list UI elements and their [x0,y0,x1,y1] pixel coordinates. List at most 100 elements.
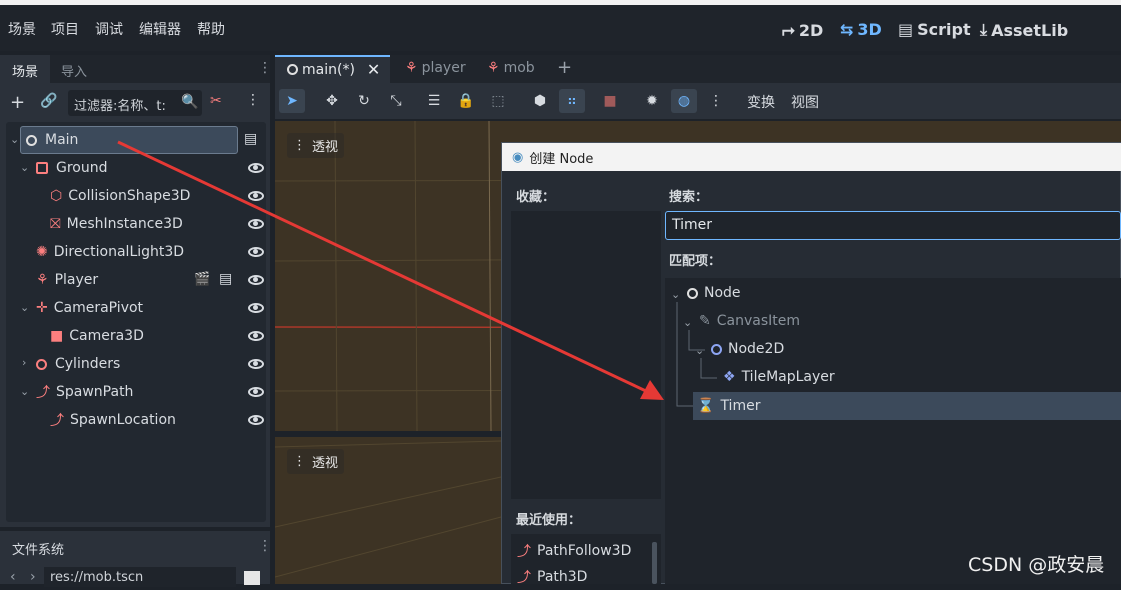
mode-2d-label: 2D [798,20,824,40]
visibility-eye-icon[interactable] [248,247,264,257]
dock-menu-icon[interactable]: ⋮ [258,60,272,76]
transform-menu[interactable]: 变换 [747,92,775,112]
move-tool-icon[interactable]: ✥ [319,89,345,113]
snap-object-icon[interactable]: ⬢ [527,89,553,113]
recent-item[interactable]: ⤴ PathFollow3D [517,538,631,564]
back-icon[interactable]: ‹ [10,569,16,585]
node3d-icon: ✛ [36,300,48,316]
visibility-eye-icon[interactable] [248,359,264,369]
sun-icon[interactable]: ✹ [639,89,665,113]
rotate-tool-icon[interactable]: ↻ [351,89,377,113]
node-circle-icon [287,64,298,75]
chevron-down-icon[interactable]: ⌄ [20,161,29,174]
add-node-icon[interactable]: + [10,92,25,113]
tab-mob[interactable]: ⚘ mob [487,60,535,76]
chevron-right-icon[interactable]: › [22,356,26,369]
fs-menu-icon[interactable]: ⋮ [258,538,272,554]
search-icon: 🔍 [181,94,199,110]
recent-item-label: Path3D [537,569,588,585]
menu-project[interactable]: 项目 [51,19,79,39]
tree-item-cylinders[interactable]: Cylinders [36,350,120,378]
list-select-icon[interactable]: ☰ [421,89,447,113]
tab-main-label: main(*) [302,61,355,78]
perspective-button-top[interactable]: ⋮ 透视 [287,133,345,158]
search-input[interactable]: Timer [665,211,1121,240]
scene-menu-icon[interactable]: ⋮ [246,92,260,108]
chevron-down-icon[interactable]: ⌄ [10,133,19,146]
tree-item-player[interactable]: ⚘ Player [36,266,98,294]
tree-item-spawnlocation[interactable]: ⤴ SpawnLocation [50,406,176,434]
forward-icon[interactable]: › [30,569,36,585]
remove-script-icon[interactable]: ✂ [210,93,222,109]
character-icon: ⚘ [487,60,500,76]
mode-script-button[interactable]: ▤ Script [898,20,971,39]
scene-dock-tabs: 场景 导入 ⋮ [0,55,272,83]
close-icon[interactable]: ✕ [367,60,380,79]
character-icon: ⚘ [36,272,49,288]
script-icon[interactable]: ▤ [244,131,257,147]
link-icon[interactable]: 🔗 [40,93,57,109]
visibility-eye-icon[interactable] [248,191,264,201]
group-icon[interactable]: ⬚ [485,89,511,113]
tree-item-directionallight3d[interactable]: ✺ DirectionalLight3D [36,238,184,266]
mode-3d-button[interactable]: ⇆ 3D [840,20,882,39]
tab-import[interactable]: 导入 [61,61,87,80]
tab-main[interactable]: main(*) ✕ [287,60,380,79]
camera-preview-icon[interactable]: ■ [597,89,623,113]
visibility-eye-icon[interactable] [248,303,264,313]
recent-item[interactable]: ⤴ Path3D [517,564,587,590]
mode-2d-button[interactable]: ⮣ 2D [782,20,823,40]
tree-item-label: Ground [56,160,108,176]
viewport-options-icon: ⋮ [293,454,306,469]
favorites-list[interactable] [511,211,661,499]
select-tool-icon[interactable]: ➤ [279,89,305,113]
tree-item-collisionshape3d[interactable]: ⬡ CollisionShape3D [50,182,190,210]
tree-item-camerapivot[interactable]: ✛ CameraPivot [36,294,143,322]
visibility-eye-icon[interactable] [248,219,264,229]
recent-label: 最近使用： [516,513,582,528]
visibility-eye-icon[interactable] [248,163,264,173]
add-tab-icon[interactable]: + [557,57,572,78]
search-value: Timer [672,217,713,233]
perspective-button-bottom[interactable]: ⋮ 透视 [287,449,345,474]
visibility-eye-icon[interactable] [248,275,264,285]
tree-item-ground[interactable]: Ground [36,154,108,182]
chevron-down-icon[interactable]: ⌄ [20,385,29,398]
tab-player[interactable]: ⚘ player [405,60,466,76]
fs-toggle-icon[interactable] [244,571,260,585]
visibility-eye-icon[interactable] [248,387,264,397]
mode-assetlib-button[interactable]: ⤓ AssetLib [980,20,1068,40]
visibility-eye-icon[interactable] [248,331,264,341]
recent-scrollbar[interactable] [652,542,657,584]
static-body-icon [36,162,48,174]
tree-item-spawnpath[interactable]: ⤴ SpawnPath [36,378,133,406]
tree-item-label: CameraPivot [53,300,144,316]
viewport-options-icon: ⋮ [293,138,306,153]
viewport-menu-icon[interactable]: ⋮ [703,89,729,113]
environment-icon[interactable]: ◍ [671,89,697,113]
lock-icon[interactable]: 🔒 [453,89,479,113]
tree-item-camera3d[interactable]: ■ Camera3D [50,322,144,350]
view-menu[interactable]: 视图 [791,92,819,112]
menu-editor[interactable]: 编辑器 [139,19,181,39]
dialog-title-bar[interactable]: ◉ 创建 Node [502,143,1121,171]
menu-scene[interactable]: 场景 [8,19,36,39]
recent-list[interactable]: ⤴ PathFollow3D ⤴ Path3D [511,534,661,586]
tree-item-main[interactable]: Main [26,126,78,154]
chevron-down-icon[interactable]: ⌄ [20,301,29,314]
favorites-label: 收藏： [516,190,556,205]
script-icon[interactable]: ▤ [219,271,232,287]
recent-item-label: PathFollow3D [537,543,632,559]
fs-path-field[interactable]: res://mob.tscn [44,567,236,587]
tab-scene[interactable]: 场景 [12,61,38,80]
menu-debug[interactable]: 调试 [95,19,123,39]
tab-filesystem[interactable]: 文件系统 [12,539,64,558]
perspective-label: 透视 [312,140,339,155]
tree-item-label: Camera3D [69,328,144,344]
menu-help[interactable]: 帮助 [197,19,225,39]
snap-grid-icon[interactable]: ⠶ [559,89,585,113]
clapper-icon[interactable]: 🎬 [194,272,210,287]
tree-item-meshinstance3d[interactable]: ⛝ MeshInstance3D [50,210,183,238]
scale-tool-icon[interactable]: ⤡ [383,89,409,113]
visibility-eye-icon[interactable] [248,415,264,425]
